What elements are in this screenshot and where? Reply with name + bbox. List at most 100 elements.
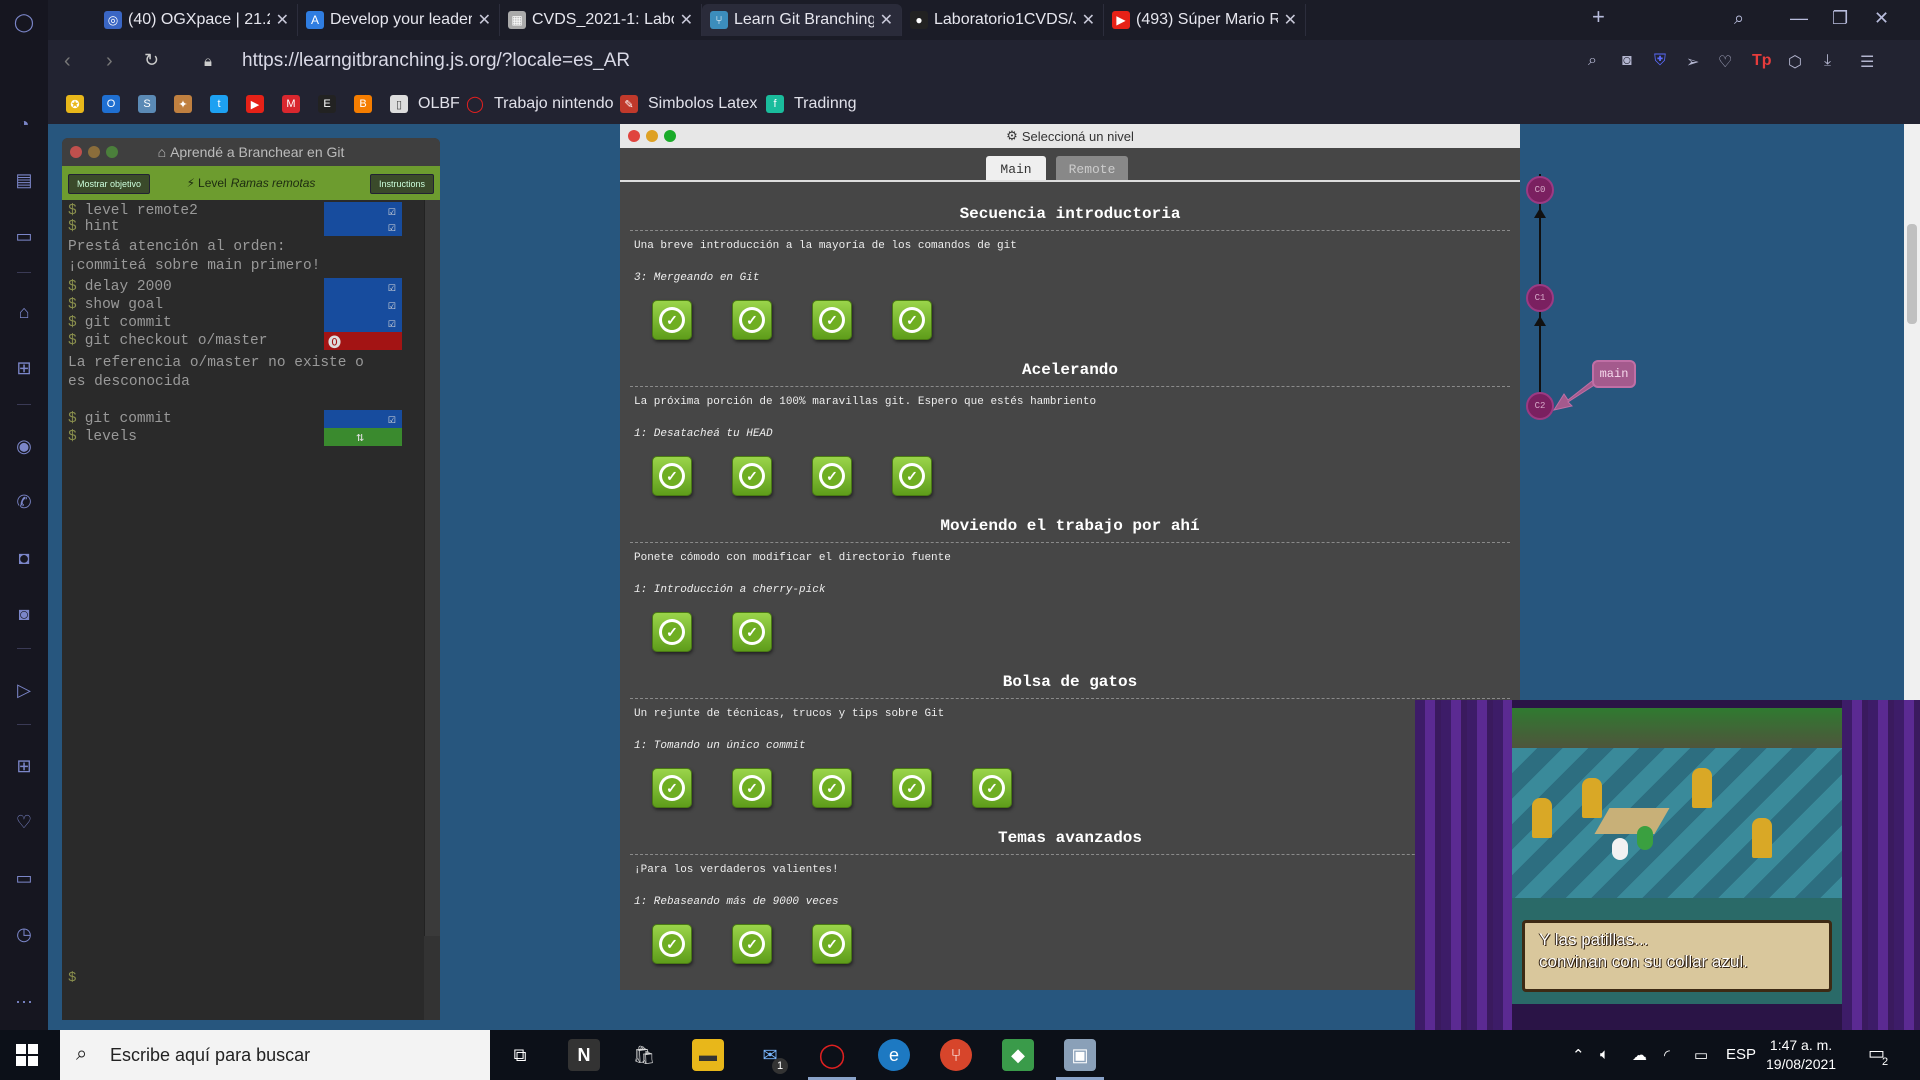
tab-github[interactable]: ● Laboratorio1CVDS/Jose at ✕ — [902, 4, 1104, 36]
level-button-completed[interactable]: ✓ — [812, 924, 852, 964]
restore-icon[interactable]: ❐ — [1832, 8, 1848, 29]
snapshot-icon[interactable]: ◙ — [1622, 52, 1632, 70]
branch-label-main[interactable]: main — [1592, 360, 1636, 388]
wifi-icon[interactable]: ◜ — [1664, 1046, 1670, 1064]
level-button-completed[interactable]: ✓ — [652, 612, 692, 652]
heart-icon[interactable]: ♡ — [1718, 52, 1732, 72]
level-button-completed[interactable]: ✓ — [892, 768, 932, 808]
battery-icon[interactable]: ▭ — [1694, 1046, 1708, 1064]
news-icon[interactable]: ▭ — [12, 866, 36, 890]
shopping-icon[interactable]: ▤ — [12, 168, 36, 192]
tray-overflow-icon[interactable]: ⌃ — [1572, 1046, 1585, 1064]
messenger-icon[interactable]: ◉ — [12, 434, 36, 458]
url-field[interactable]: https://learngitbranching.js.org/?locale… — [242, 50, 630, 72]
scroll-thumb[interactable] — [1907, 224, 1917, 324]
store-icon[interactable]: 🛍︎ — [628, 1039, 660, 1071]
tab-youtube-mario[interactable]: ▶ (493) Súper Mario RPG Cor ✕ — [1104, 4, 1306, 36]
tab-remote[interactable]: Remote — [1056, 156, 1128, 182]
back-icon[interactable]: ‹ — [64, 50, 71, 73]
discord-icon[interactable]: ◙ — [12, 602, 36, 626]
minimize-dot[interactable] — [646, 130, 658, 142]
easy-setup-icon[interactable]: ☰ — [1860, 52, 1874, 72]
windows-start-icon[interactable] — [16, 1044, 38, 1066]
level-button-completed[interactable]: ✓ — [652, 456, 692, 496]
send-icon[interactable]: ➢ — [1686, 52, 1699, 72]
more-icon[interactable]: ⋯ — [12, 990, 36, 1014]
level-button-completed[interactable]: ✓ — [652, 768, 692, 808]
level-button-completed[interactable]: ✓ — [812, 300, 852, 340]
twitch-icon[interactable]: ▭ — [12, 224, 36, 248]
show-goal-button[interactable]: Mostrar objetivo — [68, 174, 151, 194]
tab-cvds[interactable]: ▦ CVDS_2021-1: Laboratorio ✕ — [500, 4, 702, 36]
home-icon[interactable]: ⌂ — [12, 300, 36, 324]
level-button-completed[interactable]: ✓ — [732, 924, 772, 964]
search-page-icon[interactable]: ⌕ — [1588, 52, 1597, 70]
close-dot[interactable] — [628, 130, 640, 142]
remote-desktop-icon[interactable]: ▣ — [1064, 1039, 1096, 1071]
whatsapp-icon[interactable]: ✆ — [12, 490, 36, 514]
bookmark-steam[interactable]: S — [138, 95, 166, 113]
git-client-icon[interactable]: ⑂ — [940, 1039, 972, 1071]
bookmark-tradinng[interactable]: f Tradinng — [766, 95, 857, 113]
search-tabs-icon[interactable]: ⌕ — [1734, 8, 1744, 29]
bookmark-twitter[interactable]: t — [210, 95, 238, 113]
close-tab-icon[interactable]: ✕ — [680, 10, 693, 30]
close-window-icon[interactable]: ✕ — [1874, 8, 1889, 29]
command-input-prompt[interactable]: $ — [68, 970, 76, 986]
bookmark-mega[interactable]: M — [282, 95, 310, 113]
close-dot[interactable] — [70, 146, 82, 158]
tab-main[interactable]: Main — [986, 156, 1046, 182]
bookmark-4[interactable]: ✦ — [174, 95, 202, 113]
bookmark-simbolos-latex[interactable]: ✎ Simbolos Latex — [620, 95, 757, 113]
taskbar-search-box[interactable]: ⌕ Escribe aquí para buscar — [60, 1030, 490, 1080]
tab-ogxpace[interactable]: ◎ (40) OGXpace | 21.22 | OGX ✕ — [96, 4, 298, 36]
tab-leadership[interactable]: A Develop your leadership | A ✕ — [298, 4, 500, 36]
opera-icon[interactable]: ◯ — [816, 1039, 848, 1071]
tp-extension-icon[interactable]: Tp — [1752, 52, 1772, 70]
command-scrollbar[interactable] — [424, 200, 440, 936]
sourcetree-icon[interactable]: ◆ — [1002, 1039, 1034, 1071]
new-tab-button[interactable]: + — [1592, 4, 1605, 30]
level-button-completed[interactable]: ✓ — [652, 924, 692, 964]
level-button-completed[interactable]: ✓ — [732, 300, 772, 340]
minimize-icon[interactable]: — — [1790, 8, 1808, 29]
opera-logo-icon[interactable]: ◯ — [12, 10, 36, 34]
bookmark-8[interactable]: E — [318, 95, 346, 113]
close-tab-icon[interactable]: ✕ — [880, 10, 893, 30]
level-button-completed[interactable]: ✓ — [732, 768, 772, 808]
minimize-dot[interactable] — [88, 146, 100, 158]
bookmark-blogger[interactable]: B — [354, 95, 382, 113]
close-tab-icon[interactable]: ✕ — [1284, 10, 1297, 30]
commit-node[interactable]: C0 — [1526, 176, 1554, 204]
instructions-button[interactable]: Instructions — [369, 174, 434, 194]
gamepad-icon[interactable]: ⊞ — [12, 356, 36, 380]
history-icon[interactable]: ◷ — [12, 922, 36, 946]
bookmark-olbf[interactable]: ▯ OLBF — [390, 95, 460, 113]
level-button-completed[interactable]: ✓ — [652, 300, 692, 340]
level-button-completed[interactable]: ✓ — [732, 612, 772, 652]
vpn-shield-icon[interactable]: ⛨ — [1654, 52, 1666, 70]
maximize-dot[interactable] — [106, 146, 118, 158]
favorites-heart-icon[interactable]: ♡ — [12, 810, 36, 834]
level-button-completed[interactable]: ✓ — [892, 300, 932, 340]
speed-dial-icon[interactable]: ◔ — [12, 112, 36, 136]
instagram-icon[interactable]: ◘ — [12, 546, 36, 570]
workspaces-icon[interactable]: ⊞ — [12, 754, 36, 778]
level-button-completed[interactable]: ✓ — [732, 456, 772, 496]
close-tab-icon[interactable]: ✕ — [478, 10, 491, 30]
close-tab-icon[interactable]: ✕ — [276, 10, 289, 30]
level-button-completed[interactable]: ✓ — [892, 456, 932, 496]
bookmark-1[interactable]: ✪ — [66, 95, 94, 113]
commit-node[interactable]: C1 — [1526, 284, 1554, 312]
video-popout[interactable]: Y las patillas... convinan con su collar… — [1415, 700, 1920, 1030]
download-icon[interactable]: ⤓ — [1824, 52, 1831, 70]
notion-icon[interactable]: N — [568, 1039, 600, 1071]
level-button-completed[interactable]: ✓ — [812, 768, 852, 808]
volume-icon[interactable]: 🔈︎ — [1600, 1046, 1609, 1063]
file-explorer-icon[interactable]: ▬ — [692, 1039, 724, 1071]
language-indicator[interactable]: ESP — [1726, 1046, 1756, 1063]
level-button-completed[interactable]: ✓ — [972, 768, 1012, 808]
bookmark-youtube[interactable]: ▶ — [246, 95, 274, 113]
close-tab-icon[interactable]: ✕ — [1082, 10, 1095, 30]
cube-extension-icon[interactable]: ⬡ — [1788, 52, 1802, 72]
